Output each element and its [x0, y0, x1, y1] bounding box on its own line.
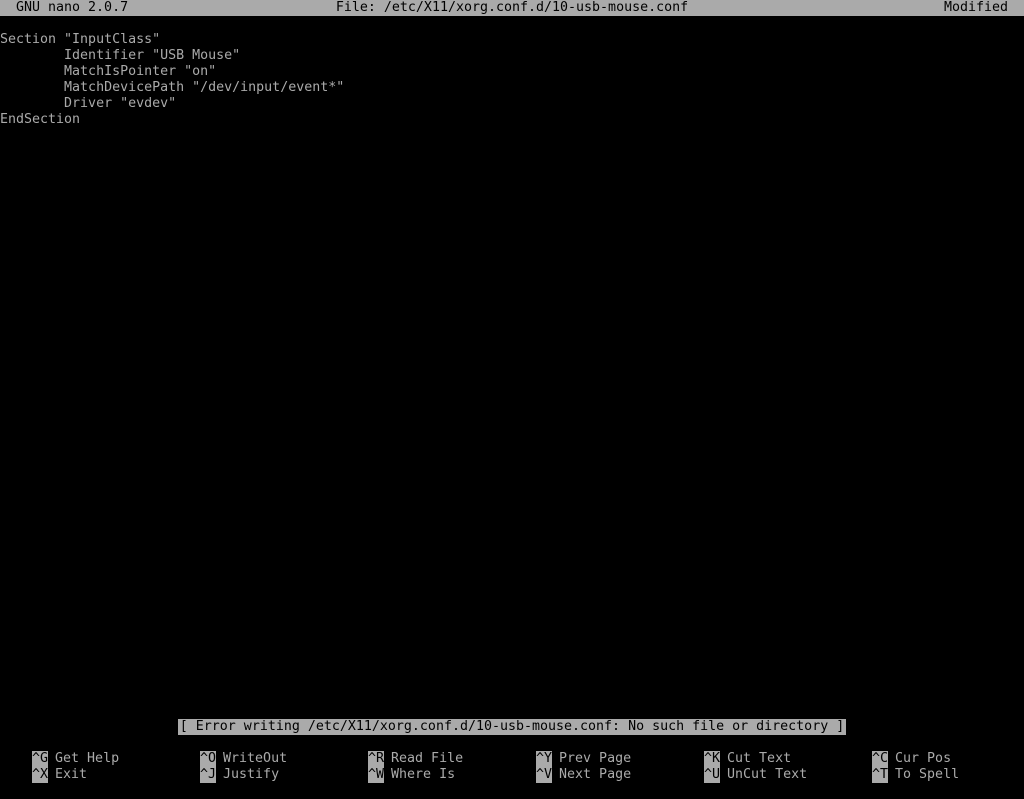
file-path: File: /etc/X11/xorg.conf.d/10-usb-mouse.…: [335, 0, 689, 15]
shortcut-key: ^W: [368, 767, 385, 783]
status-bar: [ Error writing /etc/X11/xorg.conf.d/10-…: [0, 719, 1024, 735]
shortcut-label: To Spell: [895, 767, 960, 782]
editor-line[interactable]: Identifier "USB Mouse": [0, 48, 1024, 64]
shortcut-justify[interactable]: ^J Justify: [168, 751, 279, 783]
shortcut-cur-pos[interactable]: ^C Cur Pos: [840, 735, 951, 767]
shortcut-key: ^V: [536, 767, 553, 783]
shortcut-uncut-text[interactable]: ^U UnCut Text: [672, 751, 807, 783]
shortcut-where-is[interactable]: ^W Where Is: [336, 751, 455, 783]
shortcut-exit[interactable]: ^X Exit: [0, 751, 87, 783]
shortcut-label: UnCut Text: [727, 767, 808, 782]
text-editor-area[interactable]: Section "InputClass" Identifier "USB Mou…: [0, 32, 1024, 128]
shortcut-label: Where Is: [391, 767, 456, 782]
shortcut-key: ^J: [200, 767, 217, 783]
shortcut-key: ^T: [872, 767, 889, 783]
shortcut-key: ^X: [32, 767, 49, 783]
shortcut-writeout[interactable]: ^O WriteOut: [168, 735, 287, 767]
shortcut-cut-text[interactable]: ^K Cut Text: [672, 735, 791, 767]
editor-line[interactable]: MatchDevicePath "/dev/input/event*": [0, 80, 1024, 96]
shortcut-next-page[interactable]: ^V Next Page: [504, 751, 631, 783]
app-version: GNU nano 2.0.7: [16, 0, 129, 15]
shortcut-bar: ^G Get Help ^O WriteOut ^R Read File ^Y Prev…: [0, 735, 1024, 783]
shortcut-label: Justify: [223, 767, 280, 782]
editor-line[interactable]: EndSection: [0, 112, 1024, 128]
shortcut-label: Exit: [55, 767, 88, 782]
title-bar: File: /etc/X11/xorg.conf.d/10-usb-mouse.…: [0, 0, 1024, 16]
shortcut-get-help[interactable]: ^G Get Help: [0, 735, 119, 767]
shortcut-key: ^U: [704, 767, 721, 783]
editor-line[interactable]: MatchIsPointer "on": [0, 64, 1024, 80]
modified-status: Modified: [943, 0, 1008, 15]
shortcut-to-spell[interactable]: ^T To Spell: [840, 751, 959, 783]
editor-line[interactable]: Driver "evdev": [0, 96, 1024, 112]
editor-line[interactable]: Section "InputClass": [0, 32, 1024, 48]
shortcut-label: Next Page: [559, 767, 632, 782]
shortcut-prev-page[interactable]: ^Y Prev Page: [504, 735, 631, 767]
shortcut-read-file[interactable]: ^R Read File: [336, 735, 463, 767]
error-message: [ Error writing /etc/X11/xorg.conf.d/10-…: [177, 719, 847, 735]
